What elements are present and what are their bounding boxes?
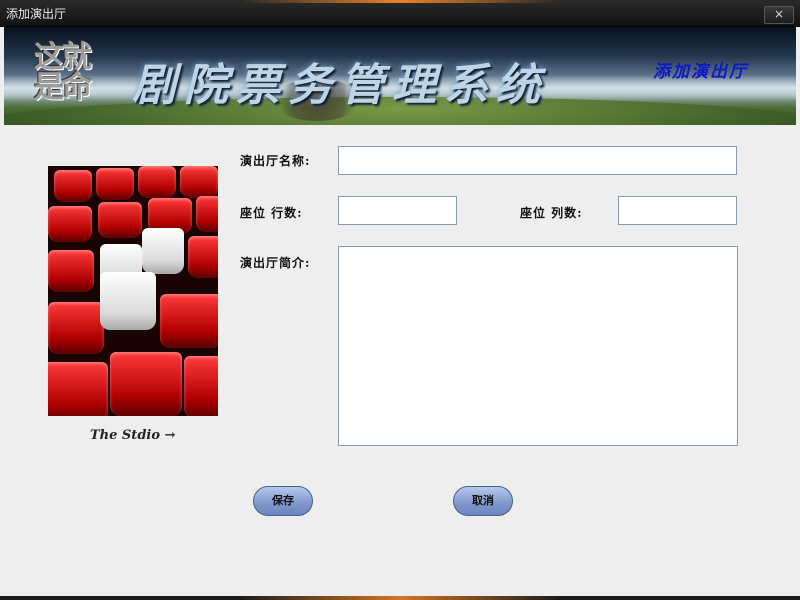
seat <box>138 166 176 198</box>
app-title: 剧院票务管理系统 <box>132 60 548 111</box>
seat <box>184 356 218 416</box>
seat-white <box>100 272 156 330</box>
seat <box>54 170 92 202</box>
seat <box>180 166 218 198</box>
seat <box>196 196 218 232</box>
window-title: 添加演出厅 <box>6 7 67 21</box>
bottom-border-glow <box>240 596 560 600</box>
title-bar: 添加演出厅 × <box>0 0 800 27</box>
header-banner: 这就是命 剧院票务管理系统 添加演出厅 <box>4 27 796 125</box>
hall-description-textarea[interactable] <box>338 246 738 446</box>
seat-cols-label: 座位 列数: <box>520 206 583 220</box>
save-button[interactable]: 保存 <box>253 486 313 516</box>
close-button[interactable]: × <box>764 6 794 24</box>
hall-name-input[interactable] <box>338 146 737 175</box>
page-subtitle: 添加演出厅 <box>653 62 748 82</box>
seat <box>48 250 94 292</box>
bottom-border <box>0 596 800 600</box>
title-bar-glow <box>240 0 560 3</box>
seat <box>188 236 218 278</box>
seat-rows-label: 座位 行数: <box>240 206 303 220</box>
hall-name-label: 演出厅名称: <box>240 154 311 168</box>
seat-white <box>142 228 184 274</box>
seat <box>96 168 134 200</box>
seat-rows-input[interactable] <box>338 196 457 225</box>
app-logo: 这就是命 <box>34 40 92 105</box>
hall-description-label: 演出厅简介: <box>240 256 311 270</box>
seat <box>98 202 142 238</box>
add-hall-window: 添加演出厅 × 这就是命 剧院票务管理系统 添加演出厅 The Stdio → … <box>0 0 800 600</box>
seat <box>48 206 92 242</box>
cancel-button[interactable]: 取消 <box>453 486 513 516</box>
seat <box>110 352 182 416</box>
seat <box>48 362 108 416</box>
theater-seats-image <box>48 166 218 416</box>
seat <box>48 302 104 354</box>
seat-cols-input[interactable] <box>618 196 737 225</box>
image-caption: The Stdio → <box>90 428 176 443</box>
seat <box>160 294 218 348</box>
